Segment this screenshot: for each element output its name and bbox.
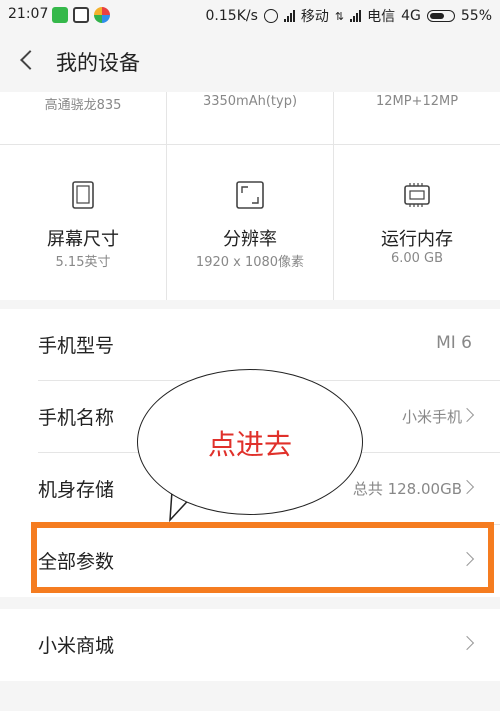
memory-chip-icon — [404, 183, 430, 207]
model-label: 手机型号 — [38, 335, 115, 357]
spec-cell-battery[interactable]: 3350mAh(typ) — [167, 92, 333, 144]
name-value: 小米手机 — [401, 408, 462, 426]
data-transfer-icon: ⇅ — [334, 9, 345, 23]
notification-icons — [52, 7, 110, 23]
chevron-right-icon — [459, 635, 475, 651]
chevron-right-icon — [459, 407, 475, 423]
divider — [333, 92, 334, 144]
wechat-icon — [52, 7, 68, 23]
model-value: MI 6 — [436, 333, 472, 353]
alarm-icon — [263, 9, 278, 23]
divider — [166, 145, 167, 300]
color-app-icon — [94, 7, 110, 23]
header: 我的设备 — [0, 30, 500, 92]
spec-row-bottom: 屏幕尺寸 5.15英寸 分辨率 1920 x 1080像素 运行内存 6.00 … — [0, 145, 500, 300]
mi-store-label: 小米商城 — [38, 635, 115, 657]
battery-icon — [426, 10, 455, 22]
spec-cell-processor[interactable]: 高通骁龙835 — [0, 92, 166, 144]
spec-cell-screen[interactable]: 屏幕尺寸 5.15英寸 — [0, 145, 166, 300]
spec-label-memory: 运行内存 — [381, 229, 453, 250]
back-button[interactable] — [16, 46, 44, 74]
network-speed: 0.15K/s — [205, 8, 258, 24]
resolution-icon — [236, 181, 264, 209]
chevron-left-icon — [20, 50, 40, 70]
spec-value-screen: 5.15英寸 — [55, 255, 111, 270]
name-label: 手机名称 — [38, 407, 115, 429]
store-list: 小米商城 — [0, 609, 500, 681]
storage-value: 总共 128.00GB — [352, 480, 462, 498]
network-type: 4G — [401, 8, 421, 24]
highlight-box — [31, 522, 494, 593]
screen-size-icon — [72, 181, 94, 209]
status-bar: 21:07 0.15K/s 移动 ⇅ 电信 4G 55% — [0, 0, 500, 30]
spec-battery: 3350mAh(typ) — [202, 94, 298, 109]
divider — [333, 145, 334, 300]
storage-label: 机身存储 — [38, 479, 115, 501]
divider — [166, 92, 167, 144]
spec-row-top: 高通骁龙835 3350mAh(typ) 12MP+12MP — [0, 92, 500, 145]
status-time: 21:07 — [8, 6, 49, 22]
spec-label-screen: 屏幕尺寸 — [47, 229, 119, 250]
spec-grid: 高通骁龙835 3350mAh(typ) 12MP+12MP 屏幕尺寸 5.15… — [0, 92, 500, 300]
spec-camera: 12MP+12MP — [375, 94, 459, 109]
battery-fill — [429, 13, 445, 19]
page-title: 我的设备 — [56, 51, 140, 75]
chevron-right-icon — [459, 479, 475, 495]
spec-value-memory: 6.00 GB — [390, 251, 444, 266]
spec-cell-camera[interactable]: 12MP+12MP — [334, 92, 500, 144]
spec-cell-memory[interactable]: 运行内存 6.00 GB — [334, 145, 500, 300]
spec-cell-resolution[interactable]: 分辨率 1920 x 1080像素 — [167, 145, 333, 300]
signal-icon — [283, 10, 295, 22]
signal-icon — [350, 10, 362, 22]
carrier-telecom: 电信 — [367, 9, 396, 25]
section-gap — [0, 681, 500, 711]
spec-processor: 高通骁龙835 — [44, 98, 122, 113]
spec-label-resolution: 分辨率 — [223, 229, 277, 250]
section-gap — [0, 597, 500, 609]
spec-value-resolution: 1920 x 1080像素 — [195, 255, 305, 270]
carrier-mobile: 移动 — [300, 9, 329, 25]
list-item-mi-store[interactable]: 小米商城 — [0, 609, 500, 681]
video-app-icon — [73, 7, 89, 23]
battery-percent: 55% — [460, 8, 492, 24]
callout-text: 点进去 — [207, 428, 292, 461]
status-right: 0.15K/s 移动 ⇅ 电信 4G 55% — [206, 6, 492, 26]
